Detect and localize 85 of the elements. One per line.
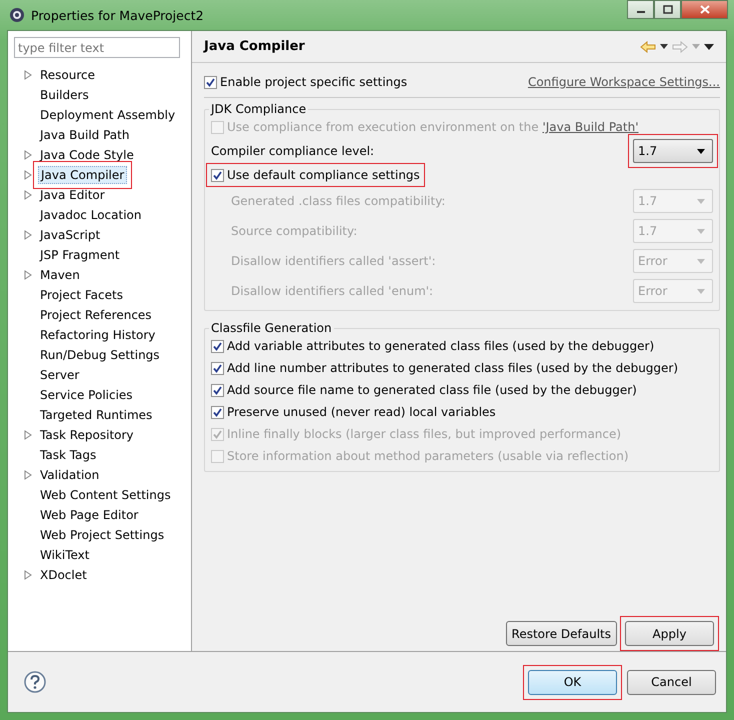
tree-item[interactable]: Web Content Settings	[38, 487, 173, 503]
tree-item[interactable]: Java Editor	[38, 187, 107, 203]
dropdown-value: 1.7	[638, 194, 658, 208]
tree-item[interactable]: XDoclet	[38, 567, 89, 583]
tree-item[interactable]: JavaScript	[38, 227, 102, 243]
tree-item[interactable]: WikiText	[38, 547, 92, 563]
checkbox-label: Add source file name to generated class file (used by the debugger)	[227, 383, 637, 397]
tree-item[interactable]: Service Policies	[38, 387, 135, 403]
tree-item[interactable]: Refactoring History	[38, 327, 158, 343]
checkbox-label: Preserve unused (never read) local variables	[227, 405, 496, 419]
group-title: Classfile Generation	[210, 321, 333, 335]
restore-defaults-button[interactable]: Restore Defaults	[506, 621, 617, 646]
expand-icon[interactable]	[24, 470, 32, 480]
close-icon	[700, 5, 710, 14]
caret-icon	[697, 148, 705, 154]
field-label: Disallow identifiers called 'assert':	[231, 254, 436, 268]
expand-icon[interactable]	[24, 70, 32, 80]
tree-item[interactable]: Java Compiler	[38, 166, 128, 184]
cancel-button[interactable]: Cancel	[627, 670, 716, 694]
compliance-dropdown[interactable]: 1.7	[633, 139, 713, 163]
field-label: Disallow identifiers called 'enum':	[231, 284, 434, 298]
menu-icon[interactable]	[704, 44, 714, 50]
caret-icon	[697, 258, 705, 264]
field-label: Compiler compliance level:	[211, 144, 374, 158]
checkbox-label: Inline finally blocks (larger class files, but improved performance)	[227, 427, 622, 441]
checkbox[interactable]	[211, 168, 224, 182]
maximize-icon	[662, 5, 672, 14]
caret-icon	[697, 228, 705, 234]
checkbox[interactable]	[211, 406, 224, 418]
checkbox[interactable]	[211, 384, 224, 396]
tree-item[interactable]: Maven	[38, 267, 82, 283]
checkbox-label: Use compliance from execution environment on the 'Java Build Path'	[227, 120, 639, 134]
caret-icon	[697, 288, 705, 294]
expand-icon[interactable]	[24, 430, 32, 440]
tree-item[interactable]: Task Tags	[38, 447, 98, 463]
tree-item[interactable]: Javadoc Location	[38, 207, 144, 223]
maximize-button[interactable]	[654, 0, 681, 19]
field-label: Generated .class files compatibility:	[231, 194, 446, 208]
tree-item[interactable]: Run/Debug Settings	[38, 347, 162, 363]
dropdown-value: Error	[638, 254, 668, 268]
dropdown-value: Error	[638, 284, 668, 298]
tree-item[interactable]: Server	[38, 367, 82, 383]
caret-icon	[697, 198, 705, 204]
tree-item[interactable]: Project Facets	[38, 287, 125, 303]
tree-item[interactable]: Java Code Style	[38, 147, 136, 163]
tree-item[interactable]: Resource	[38, 67, 98, 83]
checkbox-label: Store information about method parameters (usable via reflection)	[227, 449, 629, 463]
dropdown-value: 1.7	[638, 144, 658, 158]
tree-item[interactable]: Web Project Settings	[38, 527, 166, 543]
tree-item[interactable]: Task Repository	[38, 427, 136, 443]
checkbox-label: Use default compliance settings	[227, 168, 420, 182]
expand-icon[interactable]	[24, 150, 32, 160]
expand-icon[interactable]	[24, 170, 32, 180]
caret-icon[interactable]	[660, 44, 668, 49]
checkbox[interactable]	[211, 340, 224, 352]
tree-item[interactable]: Project References	[38, 307, 154, 323]
tree-item[interactable]: Deployment Assembly	[38, 107, 178, 123]
group-title: JDK Compliance	[209, 102, 308, 116]
tree-item[interactable]: Targeted Runtimes	[38, 407, 154, 423]
field-label: Source compatibility:	[231, 224, 358, 238]
filter-field[interactable]: type filter text	[14, 37, 180, 58]
tree-item[interactable]: Builders	[38, 87, 91, 103]
apply-button[interactable]: Apply	[625, 621, 714, 646]
expand-icon[interactable]	[24, 570, 32, 580]
help-icon[interactable]	[24, 671, 46, 693]
tree-item[interactable]: Validation	[38, 467, 102, 483]
tree-item[interactable]: Web Page Editor	[38, 507, 140, 523]
checkbox[interactable]	[204, 76, 217, 88]
dropdown-value: 1.7	[638, 224, 658, 238]
app-icon	[9, 7, 25, 23]
minimize-button[interactable]	[627, 0, 654, 19]
checkbox-label: Add variable attributes to generated class files (used by the debugger)	[227, 339, 654, 353]
checkbox[interactable]	[211, 362, 224, 374]
tree-item[interactable]: Java Build Path	[38, 127, 132, 143]
window-title: Properties for MaveProject2	[31, 8, 204, 22]
expand-icon[interactable]	[24, 270, 32, 280]
ok-button[interactable]: OK	[528, 670, 617, 694]
page-title: Java Compiler	[204, 39, 305, 54]
expand-icon[interactable]	[24, 190, 32, 200]
checkbox-label: Add line number attributes to generated class files (used by the debugger)	[227, 361, 678, 375]
expand-icon[interactable]	[24, 230, 32, 240]
workspace-settings-link[interactable]: Configure Workspace Settings...	[528, 75, 720, 89]
close-button[interactable]	[681, 0, 728, 19]
checkbox-label: Enable project specific settings	[220, 75, 408, 89]
tree-item[interactable]: JSP Fragment	[38, 247, 122, 263]
